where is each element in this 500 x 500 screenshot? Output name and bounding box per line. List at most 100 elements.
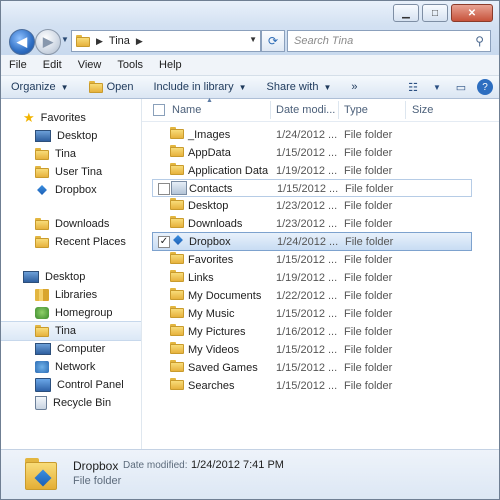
file-row[interactable]: Searches 1/15/2012 ... File folder bbox=[152, 377, 470, 394]
column-divider[interactable] bbox=[338, 101, 339, 119]
open-button[interactable]: Open bbox=[79, 81, 144, 93]
nav-favorite-dropbox[interactable]: Dropbox bbox=[1, 181, 141, 199]
forward-button[interactable]: ▶ bbox=[35, 29, 61, 55]
nav-libraries[interactable]: Libraries bbox=[1, 286, 141, 304]
details-date-value: 1/24/2012 7:41 PM bbox=[191, 459, 284, 471]
chevron-down-icon: ▼ bbox=[323, 82, 332, 92]
homegroup-icon bbox=[35, 307, 49, 319]
nav-homegroup[interactable]: Homegroup bbox=[1, 304, 141, 322]
file-row-hovered[interactable]: Contacts 1/15/2012 ... File folder bbox=[152, 179, 472, 197]
nav-downloads[interactable]: Downloads bbox=[1, 215, 141, 233]
sort-ascending-icon: ▲ bbox=[206, 97, 213, 104]
include-in-library-button[interactable]: Include in library ▼ bbox=[143, 81, 256, 93]
file-row[interactable]: AppData 1/15/2012 ... File folder bbox=[152, 144, 470, 161]
explorer-window: ▁ □ ✕ ◀ ▶ ▼ ▶ Tina ▶ ▼ ⟳ Search Tina ⚲ F… bbox=[0, 0, 500, 500]
refresh-button[interactable]: ⟳ bbox=[261, 30, 285, 52]
control-panel-icon bbox=[35, 378, 51, 392]
recent-pages-dropdown[interactable]: ▼ bbox=[61, 35, 69, 44]
nav-recycle-bin[interactable]: Recycle Bin bbox=[1, 394, 141, 412]
breadcrumb-chevron-icon[interactable]: ▶ bbox=[136, 36, 143, 47]
file-row-selected[interactable]: ✓ Dropbox 1/24/2012 ... File folder bbox=[152, 232, 472, 251]
menu-help[interactable]: Help bbox=[151, 59, 190, 71]
row-checkbox[interactable] bbox=[158, 183, 170, 195]
file-row[interactable]: Links 1/19/2012 ... File folder bbox=[152, 269, 470, 286]
menu-edit[interactable]: Edit bbox=[35, 59, 70, 71]
view-options-dropdown-icon[interactable]: ▼ bbox=[429, 79, 445, 95]
file-row[interactable]: Saved Games 1/15/2012 ... File folder bbox=[152, 359, 470, 376]
search-icon[interactable]: ⚲ bbox=[475, 34, 484, 48]
nav-network[interactable]: Network bbox=[1, 358, 141, 376]
folder-icon bbox=[170, 288, 184, 300]
column-divider[interactable] bbox=[270, 101, 271, 119]
folder-icon bbox=[35, 166, 49, 178]
more-commands-button[interactable]: » bbox=[341, 81, 367, 93]
nav-tina[interactable]: Tina bbox=[1, 321, 141, 341]
command-bar: Organize ▼ Open Include in library ▼ Sha… bbox=[1, 76, 499, 99]
window-controls: ▁ □ ✕ bbox=[393, 4, 493, 22]
file-list: Name ▲ Date modi... Type Size _Images 1/… bbox=[142, 97, 499, 449]
file-row[interactable]: My Videos 1/15/2012 ... File folder bbox=[152, 341, 470, 358]
column-name[interactable]: Name bbox=[172, 104, 201, 116]
folder-icon bbox=[170, 163, 184, 175]
share-with-button[interactable]: Share with ▼ bbox=[257, 81, 342, 93]
network-icon bbox=[35, 361, 49, 373]
search-box[interactable]: Search Tina ⚲ bbox=[287, 30, 491, 52]
address-dropdown-icon[interactable]: ▼ bbox=[249, 35, 257, 44]
column-divider[interactable] bbox=[405, 101, 406, 119]
column-date-modified[interactable]: Date modi... bbox=[276, 104, 335, 116]
back-button[interactable]: ◀ bbox=[9, 29, 35, 55]
nav-desktop[interactable]: Desktop bbox=[1, 268, 141, 286]
close-button[interactable]: ✕ bbox=[451, 4, 493, 22]
menu-view[interactable]: View bbox=[70, 59, 110, 71]
folder-icon bbox=[170, 270, 184, 282]
file-row[interactable]: Downloads 1/23/2012 ... File folder bbox=[152, 215, 470, 232]
column-size[interactable]: Size bbox=[412, 104, 433, 116]
preview-pane-icon[interactable]: ▭ bbox=[453, 79, 469, 95]
nav-computer[interactable]: Computer bbox=[1, 340, 141, 358]
search-input[interactable]: Search Tina bbox=[294, 35, 475, 47]
nav-favorite-desktop[interactable]: Desktop bbox=[1, 127, 141, 145]
column-type[interactable]: Type bbox=[344, 104, 368, 116]
navigation-pane: ★ Favorites Desktop Tina User Tina Dropb… bbox=[1, 99, 142, 449]
breadcrumb-item-tina[interactable]: Tina bbox=[109, 35, 130, 47]
nav-recent-places[interactable]: Recent Places bbox=[1, 233, 141, 251]
folder-icon bbox=[35, 325, 49, 337]
menu-file[interactable]: File bbox=[1, 59, 35, 71]
row-checkbox-checked[interactable]: ✓ bbox=[158, 236, 170, 248]
folder-icon bbox=[76, 35, 90, 47]
details-name: Dropbox bbox=[73, 459, 119, 473]
file-row[interactable]: My Music 1/15/2012 ... File folder bbox=[152, 305, 470, 322]
select-all-checkbox[interactable] bbox=[153, 104, 165, 116]
dropbox-folder-icon bbox=[23, 456, 59, 494]
nav-favorite-tina[interactable]: Tina bbox=[1, 145, 141, 163]
folder-icon bbox=[170, 252, 184, 264]
folder-icon bbox=[170, 198, 184, 210]
help-icon[interactable]: ? bbox=[477, 79, 493, 95]
folder-icon bbox=[170, 360, 184, 372]
file-row[interactable]: Favorites 1/15/2012 ... File folder bbox=[152, 251, 470, 268]
title-bar: ▁ □ ✕ ◀ ▶ ▼ ▶ Tina ▶ ▼ ⟳ Search Tina ⚲ bbox=[1, 1, 499, 55]
folder-icon bbox=[170, 127, 184, 139]
details-pane: Dropbox Date modified: 1/24/2012 7:41 PM… bbox=[1, 449, 499, 499]
folder-icon bbox=[170, 324, 184, 336]
nav-control-panel[interactable]: Control Panel bbox=[1, 376, 141, 394]
recycle-bin-icon bbox=[35, 396, 47, 410]
change-view-icon[interactable]: ☷ bbox=[405, 79, 421, 95]
breadcrumb-chevron-icon[interactable]: ▶ bbox=[96, 36, 103, 47]
file-row[interactable]: My Pictures 1/16/2012 ... File folder bbox=[152, 323, 470, 340]
folder-icon bbox=[170, 378, 184, 390]
file-row[interactable]: _Images 1/24/2012 ... File folder bbox=[152, 126, 470, 143]
libraries-icon bbox=[35, 289, 49, 301]
chevron-down-icon: ▼ bbox=[60, 82, 69, 92]
file-row[interactable]: Desktop 1/23/2012 ... File folder bbox=[152, 197, 470, 214]
menu-tools[interactable]: Tools bbox=[109, 59, 151, 71]
address-bar[interactable]: ▶ Tina ▶ ▼ bbox=[71, 30, 261, 52]
minimize-button[interactable]: ▁ bbox=[393, 4, 419, 22]
file-row[interactable]: My Documents 1/22/2012 ... File folder bbox=[152, 287, 470, 304]
organize-button[interactable]: Organize ▼ bbox=[1, 81, 79, 93]
folder-icon bbox=[35, 148, 49, 160]
maximize-button[interactable]: □ bbox=[422, 4, 448, 22]
nav-favorites[interactable]: ★ Favorites bbox=[1, 109, 141, 127]
file-row[interactable]: Application Data 1/19/2012 ... File fold… bbox=[152, 162, 470, 179]
nav-favorite-user-tina[interactable]: User Tina bbox=[1, 163, 141, 181]
